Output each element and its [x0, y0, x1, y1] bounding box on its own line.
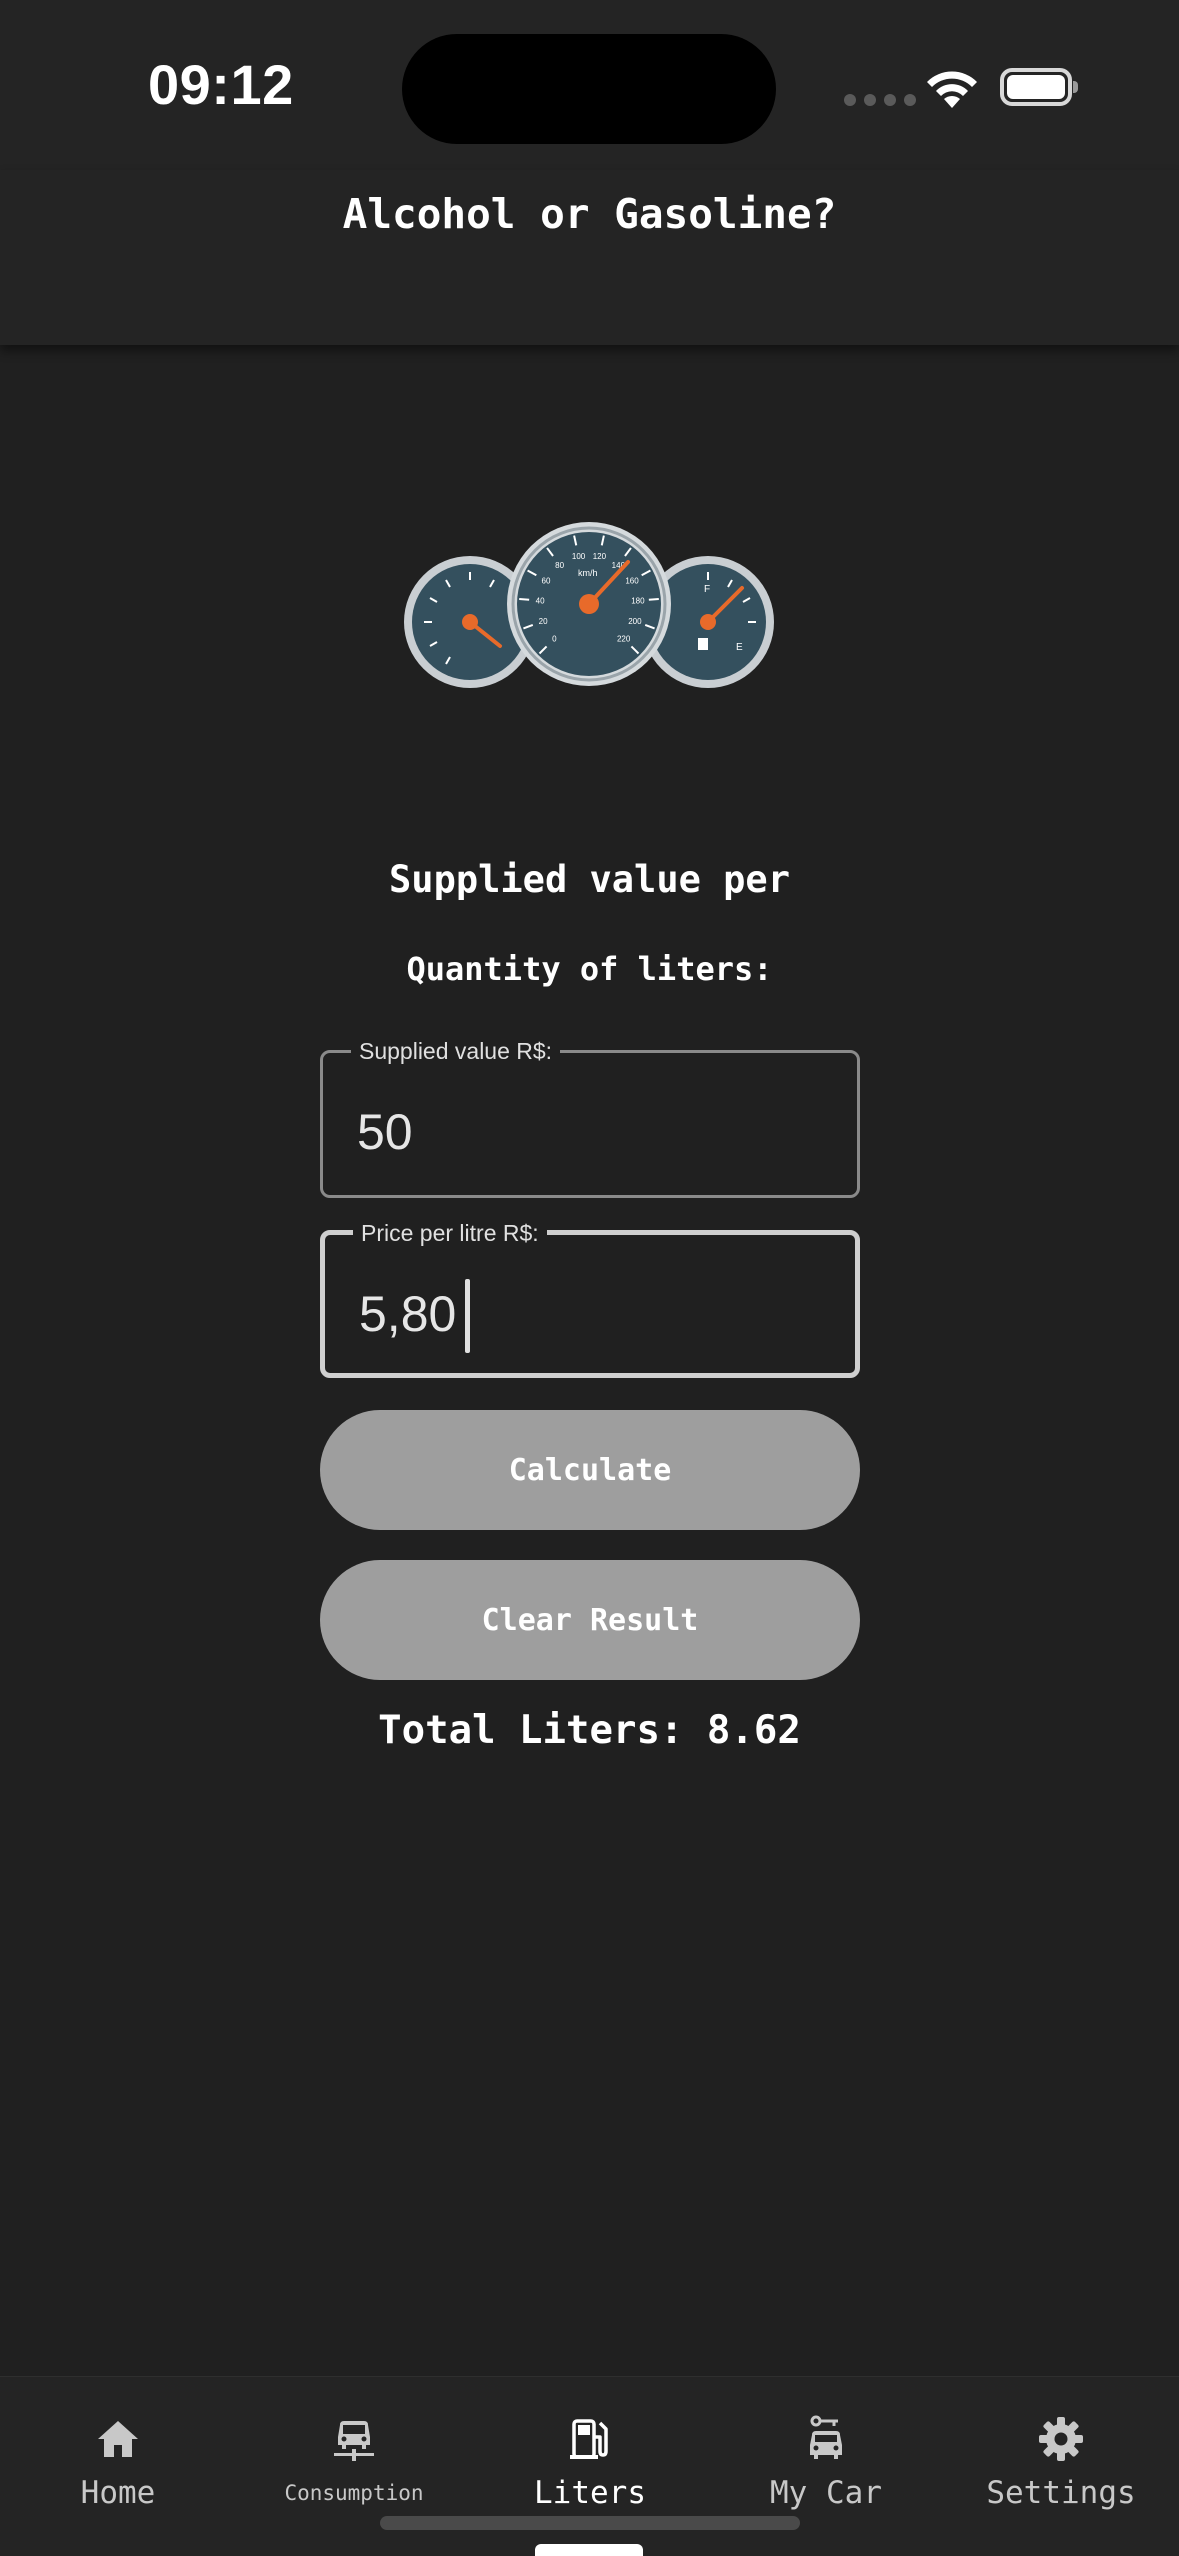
section-heading: Supplied value per: [389, 858, 790, 901]
tab-label: Consumption: [284, 2481, 424, 2505]
bottom-indicator-nub: [535, 2544, 643, 2556]
speed-tick-label: 0: [552, 635, 557, 644]
tab-my-car[interactable]: My Car: [708, 2377, 944, 2517]
screen: 09:12 Alcohol or Gasoline? E F 0 20 40 6…: [0, 0, 1179, 2556]
clear-result-button[interactable]: Clear Result: [320, 1560, 860, 1680]
fuel-pump-icon: [570, 2419, 608, 2459]
dynamic-island: [402, 34, 776, 144]
speed-tick-label: 40: [536, 597, 545, 606]
tab-label: Settings: [986, 2475, 1136, 2511]
total-liters-result: Total Liters: 8.62: [378, 1708, 801, 1753]
speed-tick: [519, 598, 530, 601]
calculate-button[interactable]: Calculate: [320, 1410, 860, 1530]
tab-label: My Car: [770, 2475, 882, 2511]
speed-tick-label: 120: [593, 552, 607, 561]
price-per-litre-field[interactable]: Price per litre R$: 5,80: [320, 1220, 860, 1378]
app-header: Alcohol or Gasoline?: [0, 170, 1179, 345]
tab-label: Home: [80, 2475, 156, 2511]
tab-liters[interactable]: Liters: [472, 2377, 708, 2517]
dashboard-gauges-icon: E F 020406080100 120140160180200220 km/h: [404, 522, 774, 688]
speed-tick-label: 100: [572, 552, 586, 561]
supplied-value-field[interactable]: Supplied value R$: 50: [320, 1038, 860, 1198]
home-icon: [98, 2421, 138, 2457]
speed-tick-label: 60: [542, 577, 551, 586]
price-per-litre-label: Price per litre R$:: [353, 1220, 547, 1247]
price-per-litre-input[interactable]: 5,80: [359, 1285, 456, 1343]
gear-icon: [1039, 2417, 1083, 2461]
battery-icon: [1000, 68, 1078, 106]
speed-unit-label: km/h: [578, 568, 598, 578]
cellular-signal-icon: [844, 94, 916, 106]
fuel-empty-label: E: [736, 642, 743, 653]
text-caret: [465, 1279, 470, 1353]
speed-tick-label: 180: [631, 597, 645, 606]
supplied-value-input[interactable]: 50: [357, 1103, 413, 1161]
fuel-full-label: F: [704, 584, 710, 595]
status-bar: 09:12: [0, 0, 1179, 170]
supplied-value-label: Supplied value R$:: [351, 1038, 561, 1065]
tab-consumption[interactable]: Consumption: [236, 2377, 472, 2517]
speed-tick: [648, 598, 659, 601]
speedometer-gauge: 020406080100 120140160180200220 km/h: [507, 522, 671, 686]
home-indicator: [380, 2516, 800, 2530]
status-time: 09:12: [148, 53, 294, 116]
page-title: Alcohol or Gasoline?: [342, 189, 837, 238]
speed-tick-label: 220: [617, 635, 631, 644]
speed-tick-label: 20: [539, 617, 548, 626]
section-subheading: Quantity of liters:: [406, 950, 773, 988]
car-key-icon: [810, 2415, 842, 2459]
speed-tick-label: 80: [555, 561, 564, 570]
speed-tick-label: 200: [628, 617, 642, 626]
tab-settings[interactable]: Settings: [943, 2377, 1179, 2517]
wifi-icon: [927, 71, 977, 108]
tab-home[interactable]: Home: [0, 2377, 236, 2517]
speed-tick-label: 160: [625, 577, 639, 586]
car-road-icon: [334, 2421, 374, 2461]
tab-label: Liters: [534, 2475, 646, 2511]
